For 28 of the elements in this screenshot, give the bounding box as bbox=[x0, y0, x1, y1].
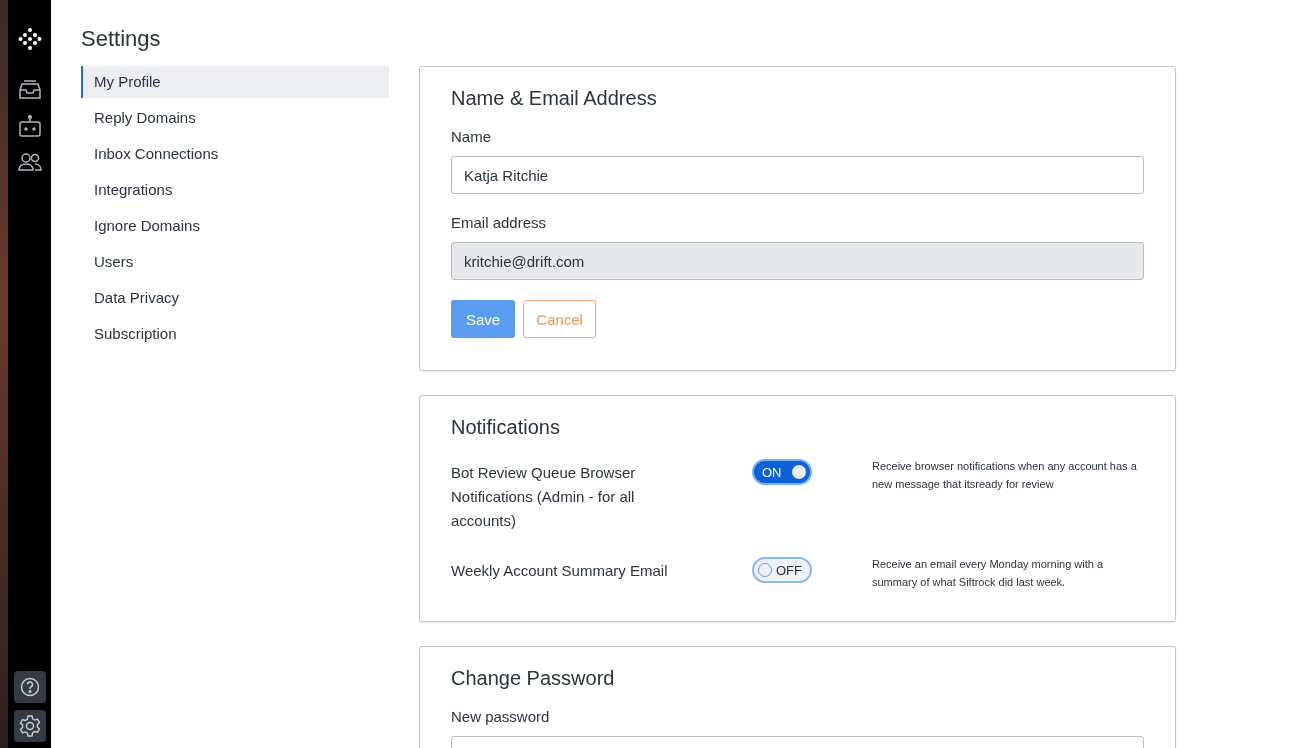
setting-description: Receive browser notifications when any account has a new message that itsready for review bbox=[872, 459, 1137, 492]
card-title: Notifications bbox=[451, 416, 561, 439]
dots-logo-icon[interactable] bbox=[17, 27, 42, 51]
toggle-switch[interactable]: OFF bbox=[752, 557, 812, 583]
field-label: Name bbox=[451, 128, 492, 145]
setting-label: Weekly Account Summary Email bbox=[451, 561, 669, 581]
nav-item[interactable]: Users bbox=[81, 246, 389, 278]
input-field[interactable]: Katja Ritchie bbox=[451, 156, 1144, 194]
field-label: New password bbox=[451, 708, 551, 725]
toggle-switch[interactable]: ON bbox=[752, 459, 812, 485]
nav-item[interactable]: Inbox Connections bbox=[81, 138, 389, 170]
help-icon[interactable] bbox=[19, 677, 40, 697]
nav-item[interactable]: My Profile bbox=[81, 66, 389, 98]
setting-label: Bot Review Queue Browser Notifications (Admin - for all accounts) bbox=[451, 463, 637, 531]
card-title: Change Password bbox=[451, 667, 616, 690]
nav-item[interactable]: Reply Domains bbox=[81, 102, 389, 134]
nav-item[interactable]: Ignore Domains bbox=[81, 210, 389, 242]
setting-description: Receive an email every Monday morning with a summary of what Siftrock did last week. bbox=[872, 557, 1105, 590]
settings-icon[interactable] bbox=[18, 715, 41, 737]
nav-item[interactable]: Subscription bbox=[81, 318, 389, 350]
nav-item[interactable]: Integrations bbox=[81, 174, 389, 206]
field-label: Email address bbox=[451, 214, 548, 231]
page-title: Settings bbox=[81, 26, 162, 52]
nav-item[interactable]: Data Privacy bbox=[81, 282, 389, 314]
users-icon[interactable] bbox=[17, 153, 42, 171]
card-title: Name & Email Address bbox=[451, 87, 658, 110]
inbox-tray-icon[interactable] bbox=[18, 80, 41, 100]
robot-icon[interactable] bbox=[18, 115, 41, 137]
